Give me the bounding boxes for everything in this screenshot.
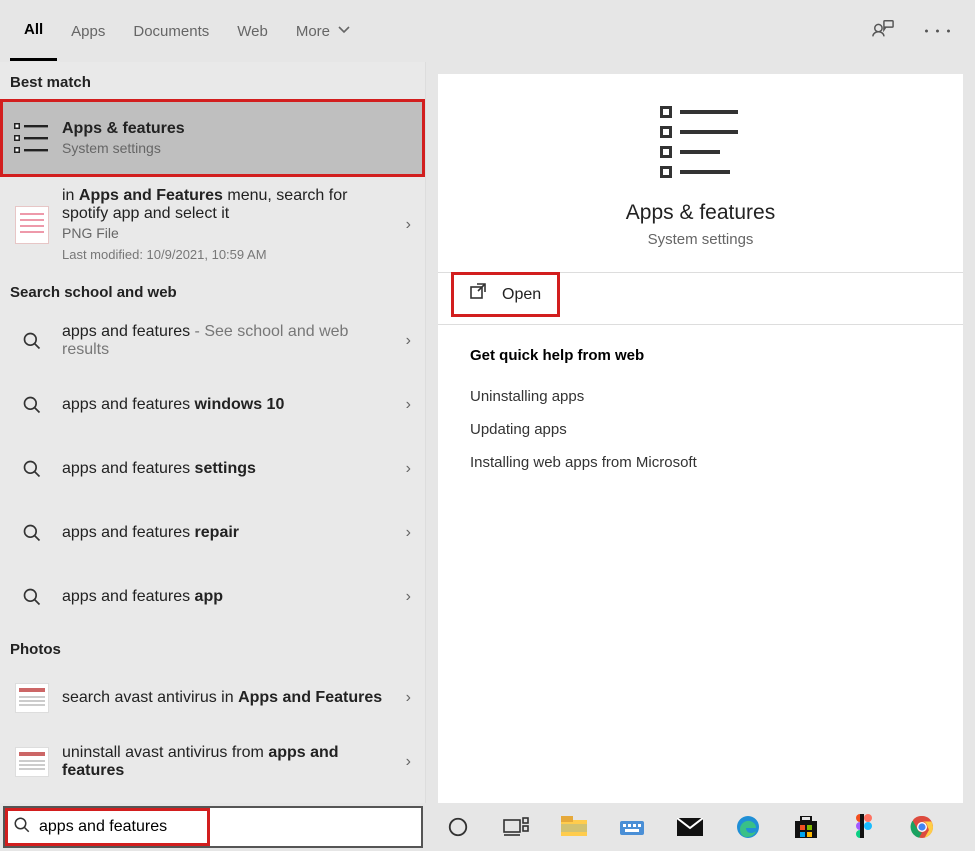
detail-panel: Apps & features System settings Open Get… [426, 62, 975, 803]
file-result-type: PNG File [62, 225, 387, 241]
detail-subtitle: System settings [448, 231, 953, 248]
apps-features-icon [10, 116, 54, 160]
photo-result-1-title: uninstall avast antivirus from apps and … [62, 744, 387, 780]
web-result-1-title: apps and features windows 10 [62, 396, 387, 414]
web-result-0[interactable]: apps and features - See school and web r… [0, 309, 425, 373]
photo-result-1[interactable]: uninstall avast antivirus from apps and … [0, 730, 425, 794]
best-match-title: Apps & features [62, 120, 387, 138]
web-result-3[interactable]: apps and features repair › [0, 501, 425, 565]
tab-more[interactable]: More [282, 3, 364, 60]
chevron-right-icon: › [406, 753, 411, 771]
search-filter-tabs: All Apps Documents Web More ･･･ [0, 0, 975, 62]
chevron-right-icon: › [406, 460, 411, 478]
search-results-panel: Best match [0, 62, 426, 803]
search-icon [10, 511, 54, 555]
best-match-result[interactable]: Apps & features System settings [0, 99, 425, 177]
microsoft-store-icon[interactable] [792, 813, 820, 841]
web-result-2[interactable]: apps and features settings › [0, 437, 425, 501]
file-explorer-icon[interactable] [560, 813, 588, 841]
section-best-match: Best match [0, 62, 425, 99]
file-result-title: in Apps and Features menu, search for sp… [62, 187, 387, 223]
quick-help-heading: Get quick help from web [470, 347, 931, 364]
chevron-right-icon: › [406, 216, 411, 234]
chevron-right-icon: › [406, 524, 411, 542]
web-result-3-title: apps and features repair [62, 524, 387, 542]
open-action[interactable]: Open [452, 273, 559, 316]
search-icon [10, 575, 54, 619]
search-icon [13, 816, 31, 839]
task-view-icon[interactable] [502, 813, 530, 841]
search-icon [10, 447, 54, 491]
photo-thumbnail-icon [10, 676, 54, 720]
web-result-2-title: apps and features settings [62, 460, 387, 478]
chevron-right-icon: › [406, 588, 411, 606]
feedback-icon[interactable] [872, 18, 894, 45]
photo-result-0[interactable]: search avast antivirus in Apps and Featu… [0, 666, 425, 730]
search-icon [10, 319, 54, 363]
photo-result-0-title: search avast antivirus in Apps and Featu… [62, 689, 387, 707]
taskbar [0, 803, 975, 851]
section-school-web: Search school and web [0, 272, 425, 309]
quick-help-link-1[interactable]: Updating apps [470, 413, 931, 446]
taskbar-search[interactable] [3, 806, 423, 848]
chrome-icon[interactable] [908, 813, 936, 841]
web-result-1[interactable]: apps and features windows 10 › [0, 373, 425, 437]
edge-icon[interactable] [734, 813, 762, 841]
detail-title: Apps & features [448, 201, 953, 225]
photo-thumbnail-icon [10, 740, 54, 784]
quick-help-link-2[interactable]: Installing web apps from Microsoft [470, 446, 931, 479]
figma-icon[interactable] [850, 813, 878, 841]
tab-web[interactable]: Web [223, 3, 282, 60]
file-result-modified: Last modified: 10/9/2021, 10:59 AM [62, 247, 387, 262]
web-result-4[interactable]: apps and features app › [0, 565, 425, 629]
tab-documents[interactable]: Documents [119, 3, 223, 60]
more-options-icon[interactable]: ･･･ [922, 18, 955, 44]
onscreen-keyboard-icon[interactable] [618, 813, 646, 841]
tab-apps[interactable]: Apps [57, 3, 119, 60]
chevron-right-icon: › [406, 396, 411, 414]
web-result-0-title: apps and features - See school and web r… [62, 323, 387, 359]
file-result[interactable]: in Apps and Features menu, search for sp… [0, 177, 425, 272]
cortana-icon[interactable] [444, 813, 472, 841]
quick-help-link-0[interactable]: Uninstalling apps [470, 380, 931, 413]
search-icon [10, 383, 54, 427]
chevron-down-icon [338, 23, 350, 40]
section-photos: Photos [0, 629, 425, 666]
web-result-4-title: apps and features app [62, 588, 387, 606]
search-input[interactable] [39, 818, 246, 836]
apps-features-large-icon [660, 104, 742, 183]
tab-all[interactable]: All [10, 1, 57, 61]
open-label: Open [502, 286, 541, 304]
mail-icon[interactable] [676, 813, 704, 841]
chevron-right-icon: › [406, 332, 411, 350]
tab-more-label: More [296, 23, 330, 40]
best-match-subtitle: System settings [62, 140, 387, 156]
open-icon [470, 283, 488, 306]
chevron-right-icon: › [406, 689, 411, 707]
png-thumbnail-icon [10, 203, 54, 247]
